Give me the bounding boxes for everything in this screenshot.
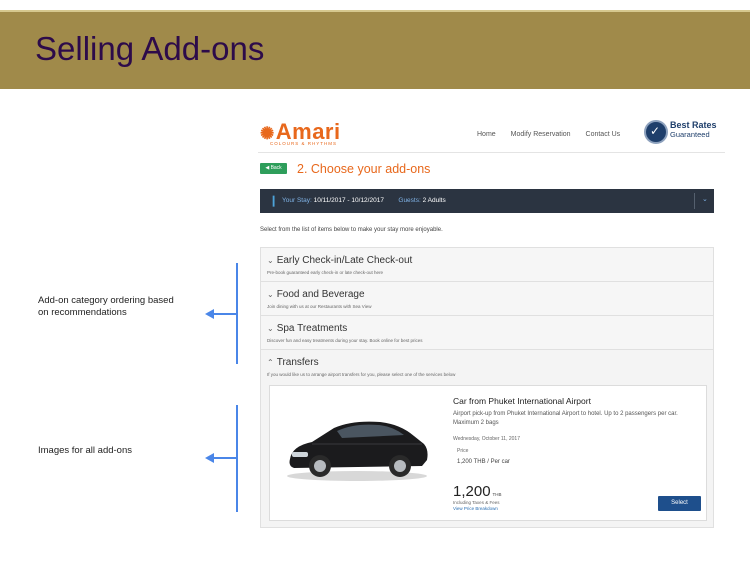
arrow-ordering-line [213,313,236,315]
transfer-title: Car from Phuket International Airport [453,396,591,406]
category-food-beverage[interactable]: ⌄ Food and Beverage Join dining with us a… [261,282,713,316]
best-rates-text: Best Rates Guaranteed [670,120,717,140]
hotel-key-icon: ❙ [269,195,279,207]
select-button[interactable]: Select [658,496,701,511]
annotation-images: Images for all add-ons [38,445,132,456]
best-rates-badge-icon: ✓ [644,120,668,144]
chevron-down-icon[interactable]: ⌄ [702,195,708,203]
category-transfers[interactable]: ⌃ Transfers If you would like us to arran… [261,350,713,384]
category-spa[interactable]: ⌄ Spa Treatments Discover fun and easy tr… [261,316,713,350]
stay-divider [694,193,695,209]
check-icon: ✓ [650,124,661,138]
arrow-ordering-head [205,309,214,319]
intro-text: Select from the list of items below to m… [260,227,443,233]
nav-modify-reservation[interactable]: Modify Reservation [511,131,571,138]
step-title: 2. Choose your add-ons [297,162,431,176]
chevron-down-icon: ⌄ [267,290,274,299]
taxes-note: Including Taxes & Fees [453,500,500,505]
stay-summary-bar[interactable]: ❙ Your Stay: 10/11/2017 - 10/12/2017 Gue… [260,189,714,213]
annotation-ordering: Add-on category ordering based on recomm… [38,295,174,318]
back-button[interactable]: ◀ Back [260,163,287,174]
transfer-card: Car from Phuket International Airport Ai… [269,385,707,521]
addon-accordion: ⌄ Early Check-in/Late Check-out Pre-book … [260,247,714,528]
price-breakdown-link[interactable]: View Price Breakdown [453,506,498,511]
arrow-images-head [205,453,214,463]
price-label: Price [457,448,469,454]
bracket-images [236,405,238,512]
transfer-description: Airport pick-up from Phuket Internationa… [453,411,678,426]
chevron-down-icon: ⌄ [267,256,274,265]
car-image [287,421,428,481]
nav-contact-us[interactable]: Contact Us [586,131,621,138]
slide-title: Selling Add-ons [35,30,265,67]
nav-links: Home Modify Reservation Contact Us [477,131,633,138]
price-per-unit: 1,200 THB / Per car [457,459,510,465]
logo-tagline: COLOURS & RHYTHMS [270,141,338,146]
transfer-date: Wednesday, October 11, 2017 [453,436,520,442]
stay-summary-text: Your Stay: 10/11/2017 - 10/12/2017 Guest… [282,197,446,204]
bracket-ordering [236,263,238,364]
nav-home[interactable]: Home [477,131,496,138]
arrow-images-line [213,457,236,459]
back-arrow-icon: ◀ [265,165,270,171]
website-screenshot: ✺Amari COLOURS & RHYTHMS Home Modify Res… [258,113,725,528]
category-early-checkin[interactable]: ⌄ Early Check-in/Late Check-out Pre-book … [261,248,713,282]
chevron-down-icon: ⌄ [267,324,274,333]
chevron-up-icon: ⌃ [267,358,274,367]
site-nav: ✺Amari COLOURS & RHYTHMS Home Modify Res… [258,113,725,153]
price-total: 1,200 THB [453,483,502,500]
